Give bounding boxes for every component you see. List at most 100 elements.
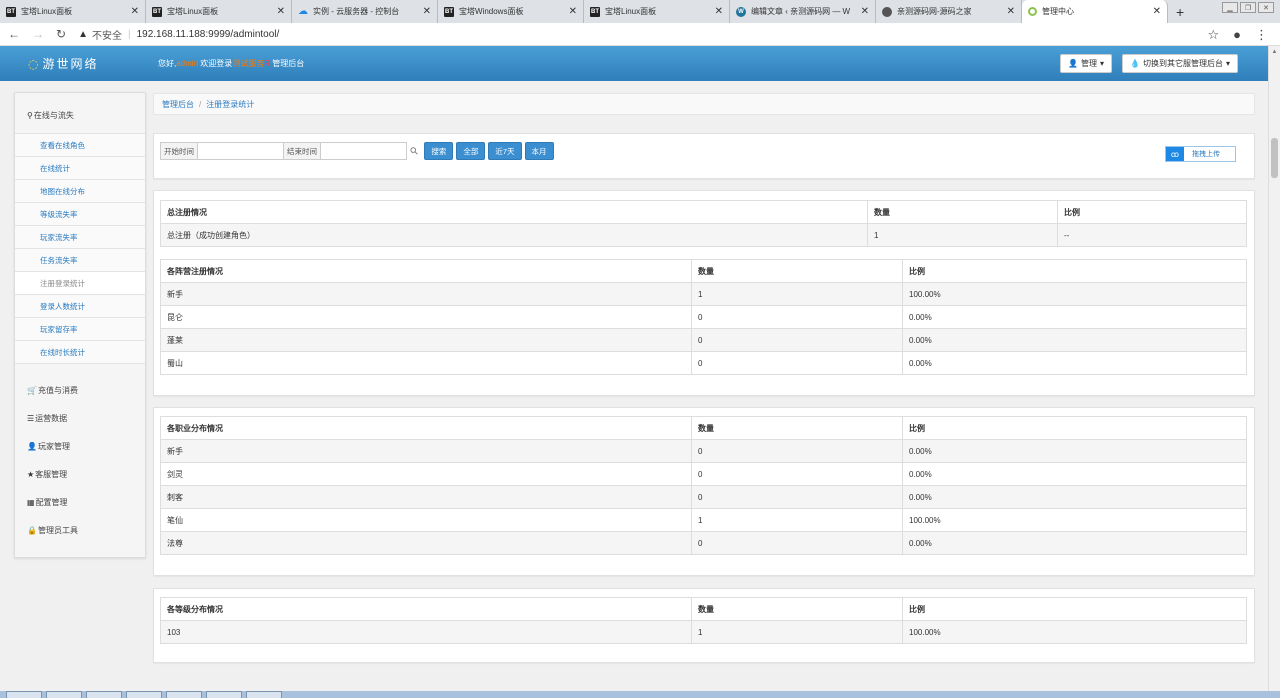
table-cell: 刺客 [160, 485, 692, 509]
restore-icon[interactable]: ❐ [1240, 2, 1256, 13]
sidebar-group[interactable]: 🛒 充值与消费 [15, 376, 145, 404]
sidebar-group[interactable]: 👤 玩家管理 [15, 432, 145, 460]
browser-tab[interactable]: BT 宝塔Linux面板 ✕ [146, 0, 292, 23]
close-tab-icon[interactable]: ✕ [1153, 6, 1161, 17]
sidebar-item[interactable]: 登录人数统计 [15, 294, 145, 317]
menu-kebab-icon[interactable]: ⋮ [1255, 27, 1268, 43]
browser-tab[interactable]: BT 宝塔Linux面板 ✕ [0, 0, 146, 23]
browser-tab[interactable]: BT 宝塔Windows面板 ✕ [438, 0, 584, 23]
list-icon: ☰ [27, 413, 35, 423]
sidebar-group[interactable]: ☰ 运营数据 [15, 404, 145, 432]
tab-title: 宝塔Linux面板 [167, 7, 219, 16]
table-cell: 总注册（成功创建角色） [160, 223, 868, 247]
browser-tab[interactable]: BT 宝塔Linux面板 ✕ [584, 0, 730, 23]
close-window-icon[interactable]: ✕ [1258, 2, 1274, 13]
sidebar-item[interactable]: 等级流失率 [15, 202, 145, 225]
sidebar-item[interactable]: 注册登录统计 [15, 271, 145, 294]
end-time-input[interactable] [321, 142, 407, 160]
filter-panel: 开始时间 结束时间 ⚲ 搜索 全部 近7天 本月 ꝏ 拖拽上传 [153, 133, 1255, 179]
sidebar-group[interactable]: ▦ 配置管理 [15, 488, 145, 516]
close-tab-icon[interactable]: ✕ [423, 6, 431, 17]
close-tab-icon[interactable]: ✕ [569, 6, 577, 17]
table-cell: 103 [160, 620, 692, 644]
close-tab-icon[interactable]: ✕ [1007, 6, 1015, 17]
search-icon[interactable]: ⚲ [408, 145, 421, 158]
table-cell: 0 [691, 462, 903, 486]
bookmark-star-icon[interactable]: ☆ [1207, 27, 1219, 43]
taskbar-item[interactable] [206, 691, 242, 698]
sidebar-item[interactable]: 在线时长统计 [15, 340, 145, 363]
browser-tab[interactable]: W 编辑文章 ‹ 亲测源码网 — W ✕ [730, 0, 876, 23]
start-time-input[interactable] [198, 142, 284, 160]
sidebar-group[interactable]: 🔒 管理员工具 [15, 516, 145, 544]
taskbar-item[interactable] [86, 691, 122, 698]
sidebar-item[interactable]: 任务流失率 [15, 248, 145, 271]
back-icon[interactable]: ← [8, 27, 20, 41]
column-header: 各职业分布情况 [160, 416, 692, 440]
search-button[interactable]: 搜索 [424, 142, 454, 160]
sidebar-item[interactable]: 地图在线分布 [15, 179, 145, 202]
sidebar-group[interactable]: ⚲ 在线与流失 [15, 93, 145, 133]
level-distribution-panel: 各等级分布情况 数量 比例 103 1 100.00% [153, 588, 1255, 663]
bt-icon: BT [444, 6, 454, 17]
table-cell: 100.00% [902, 508, 1247, 532]
tab-title: 亲测源码网-源码之家 [897, 7, 972, 16]
vertical-scrollbar[interactable]: ▲ [1268, 46, 1280, 691]
table-cell: 新手 [160, 282, 692, 306]
close-tab-icon[interactable]: ✕ [715, 6, 723, 17]
close-tab-icon[interactable]: ✕ [131, 6, 139, 17]
table-cell: -- [1057, 223, 1247, 247]
drag-upload-button[interactable]: ꝏ 拖拽上传 [1165, 146, 1236, 162]
sidebar-item[interactable]: 玩家留存率 [15, 317, 145, 340]
scroll-thumb[interactable] [1271, 138, 1278, 178]
profile-icon[interactable]: ● [1233, 27, 1241, 43]
sidebar-group-label: 充值与消费 [37, 385, 78, 395]
all-button[interactable]: 全部 [456, 142, 486, 160]
browser-tab-bar: BT 宝塔Linux面板 ✕ BT 宝塔Linux面板 ✕ ☁ 实例 - 云服务器 - 控制台… [0, 0, 1280, 23]
sidebar-item[interactable]: 玩家流失率 [15, 225, 145, 248]
taskbar-item[interactable] [246, 691, 282, 698]
sidebar-item[interactable]: 查看在线角色 [15, 133, 145, 156]
breadcrumb-root-link[interactable]: 管理后台 [162, 99, 194, 110]
column-header: 各等级分布情况 [160, 597, 692, 621]
welcome-text: 您好,admin 欢迎登录测试服务R 管理后台 [158, 59, 305, 68]
reload-icon[interactable]: ↻ [56, 27, 66, 41]
close-tab-icon[interactable]: ✕ [277, 6, 285, 17]
forward-icon[interactable]: → [32, 27, 44, 41]
table-cell: 0.00% [902, 305, 1247, 329]
sidebar-group-label: 玩家管理 [37, 441, 70, 451]
table-row: 刺客 0 0.00% [160, 485, 1247, 509]
start-time-label: 开始时间 [160, 142, 198, 160]
new-tab-button[interactable]: + [1168, 0, 1192, 23]
tab-title: 编辑文章 ‹ 亲测源码网 — W [751, 7, 851, 16]
manage-dropdown-button[interactable]: 👤 管理 ▾ [1060, 54, 1113, 73]
tab-title: 管理中心 [1042, 7, 1074, 16]
browser-tab[interactable]: 亲测源码网-源码之家 ✕ [876, 0, 1022, 23]
last-7-days-button[interactable]: 近7天 [488, 142, 522, 160]
job-distribution-panel: 各职业分布情况 数量 比例 新手 0 0.00% 剑灵 0 0.00% 刺客 0 0.00% 笔仙 1 10… [153, 407, 1255, 576]
table-cell: 笔仙 [160, 508, 692, 532]
column-header: 数量 [867, 200, 1058, 224]
close-tab-icon[interactable]: ✕ [861, 6, 869, 17]
this-month-button[interactable]: 本月 [524, 142, 554, 160]
scroll-up-icon[interactable]: ▲ [1269, 46, 1280, 58]
table-cell: 蓬莱 [160, 328, 692, 352]
browser-tab[interactable]: 管理中心 ✕ [1022, 0, 1168, 23]
taskbar-item[interactable] [6, 691, 42, 698]
url-field[interactable]: ▲ 不安全 | 192.168.11.188:9999/admintool/ [78, 27, 279, 42]
minimize-icon[interactable]: ▁ [1222, 2, 1238, 13]
bt-icon: BT [6, 6, 16, 17]
taskbar-item[interactable] [46, 691, 82, 698]
taskbar-item[interactable] [166, 691, 202, 698]
browser-tab[interactable]: ☁ 实例 - 云服务器 - 控制台 ✕ [292, 0, 438, 23]
sidebar-item[interactable]: 在线统计 [15, 156, 145, 179]
sidebar-group[interactable]: ★ 客服管理 [15, 460, 145, 488]
switch-server-button[interactable]: 💧 切换到其它服管理后台 ▾ [1122, 54, 1238, 73]
pin-icon: ⚲ [27, 110, 33, 120]
taskbar-item[interactable] [126, 691, 162, 698]
table-cell: 1 [867, 223, 1058, 247]
table-cell: 新手 [160, 439, 692, 463]
tab-title: 实例 - 云服务器 - 控制台 [313, 7, 400, 16]
breadcrumb-current[interactable]: 注册登录统计 [206, 99, 254, 110]
table-cell: 蜀山 [160, 351, 692, 375]
